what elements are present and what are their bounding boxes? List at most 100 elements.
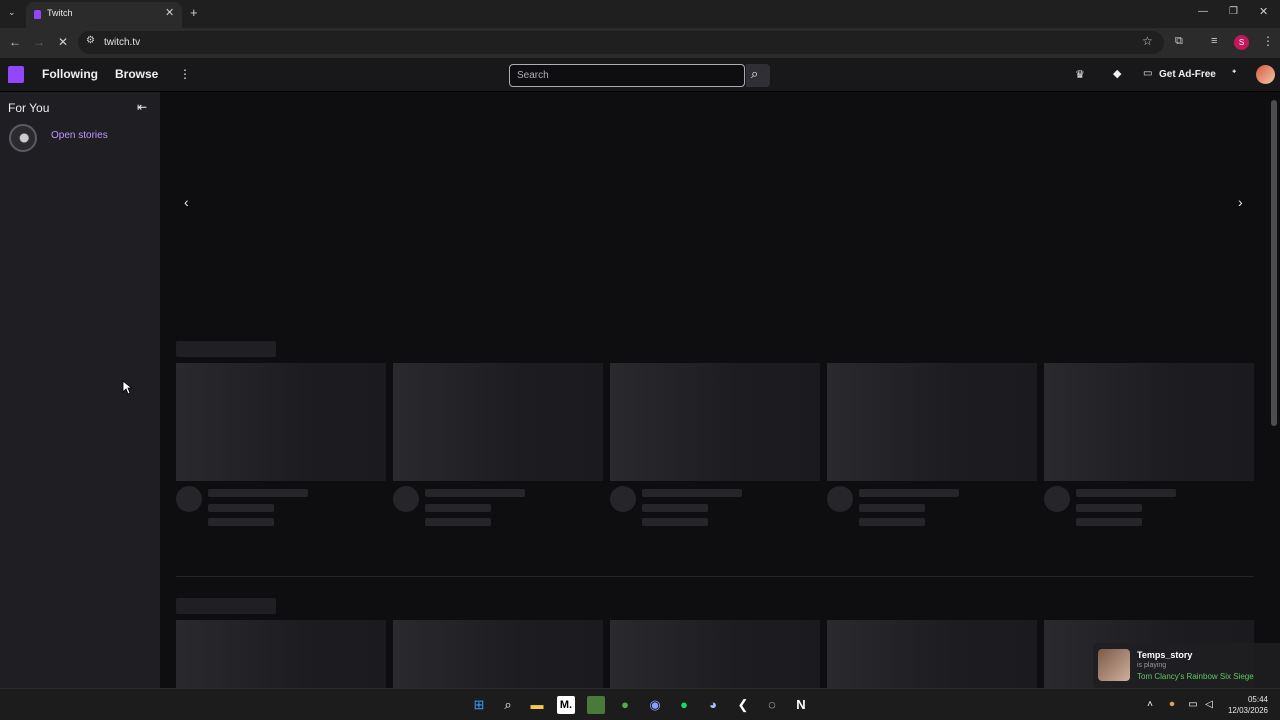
section-title-placeholder (176, 341, 276, 357)
text-line-placeholder (1076, 518, 1142, 526)
sidebar-header: For You (8, 101, 50, 115)
text-line-placeholder (642, 504, 708, 512)
text-line-placeholder (208, 504, 274, 512)
section-divider (176, 576, 1254, 577)
windows-start-icon[interactable]: ⊞ (470, 696, 488, 714)
search-taskbar-icon[interactable]: ⌕ (499, 696, 517, 714)
stories-avatar[interactable] (9, 124, 37, 152)
app-icon[interactable]: ❮ (734, 696, 752, 714)
browser-menu-icon[interactable]: ⋮ (1262, 34, 1274, 48)
twitch-favicon-icon (34, 10, 41, 19)
app-icon[interactable] (587, 696, 605, 714)
profile-avatar[interactable]: S (1234, 35, 1249, 50)
chrome-icon[interactable]: ● (616, 696, 634, 714)
get-ad-free-button[interactable]: ▭ Get Ad-Free (1140, 64, 1222, 86)
mouse-cursor-icon (122, 380, 132, 395)
stream-card-placeholder (176, 620, 386, 688)
more-options-icon[interactable]: ⋮ (179, 67, 191, 81)
stream-card-placeholder (610, 363, 820, 481)
microphone-icon[interactable]: ⏺ (1163, 696, 1181, 714)
tab-title: Twitch (47, 8, 73, 18)
bookmark-star-icon[interactable]: ☆ (1142, 34, 1153, 48)
carousel-next-icon[interactable]: › (1238, 194, 1243, 210)
spotify-icon[interactable]: ● (675, 696, 693, 714)
media-controls-icon[interactable]: ≡ (1211, 35, 1217, 47)
text-line-placeholder (859, 489, 959, 497)
notifications-icon[interactable]: ◆ (1113, 67, 1121, 80)
stream-card-placeholder (827, 363, 1037, 481)
stream-card-placeholder (1044, 363, 1254, 481)
text-line-placeholder (208, 518, 274, 526)
collapse-sidebar-icon[interactable]: ⇤ (137, 100, 147, 114)
forward-icon[interactable]: → (33, 35, 45, 49)
text-line-placeholder (425, 504, 491, 512)
text-line-placeholder (425, 518, 491, 526)
user-avatar[interactable] (1256, 65, 1275, 84)
window-close-button[interactable]: ✕ (1259, 5, 1268, 18)
text-line-placeholder (1076, 504, 1142, 512)
stream-card-placeholder (610, 620, 820, 688)
tab-search-icon[interactable]: ⌄ (8, 7, 16, 18)
address-bar[interactable]: ⚙ twitch.tv ☆ (78, 31, 1164, 54)
channel-avatar-placeholder (393, 486, 419, 512)
url-text[interactable]: twitch.tv (104, 37, 140, 48)
twitch-top-nav: Following Browse ⋮ Search ⌕ ♛ ◆ ▭ Get Ad… (0, 58, 1280, 92)
os-taskbar: ⊞ ⌕ ▬ M. ● ◉ ● ◕ ❮ ◌ N ˄ ⏺ ▭ ◁ 05:44 12/… (0, 688, 1280, 720)
stream-card-placeholder (393, 620, 603, 688)
stop-loading-icon[interactable]: ✕ (58, 35, 68, 49)
clock-time: 05:44 (1247, 695, 1268, 704)
stream-card-placeholder (827, 620, 1037, 688)
friend-game: Tom Clancy's Rainbow Six Siege (1137, 672, 1254, 681)
text-line-placeholder (1076, 489, 1176, 497)
browser-tab-bar: ⌄ Twitch ✕ + — ❐ ✕ (0, 0, 1280, 28)
minimize-button[interactable]: — (1198, 6, 1208, 17)
friend-name: Temps_story (1137, 650, 1193, 660)
friend-status: is playing (1137, 662, 1167, 669)
new-tab-button[interactable]: + (190, 5, 198, 20)
clock-date: 12/03/2026 (1227, 706, 1268, 715)
extensions-icon[interactable]: ⧉ (1175, 35, 1183, 48)
steam-icon[interactable]: ◕ (704, 696, 722, 714)
file-explorer-icon[interactable]: ▬ (528, 696, 546, 714)
bits-icon[interactable]: ᐩ (1232, 67, 1236, 80)
page-scrollbar[interactable] (1271, 100, 1277, 426)
search-button[interactable]: ⌕ (746, 64, 770, 87)
text-line-placeholder (642, 489, 742, 497)
nav-browse[interactable]: Browse (115, 67, 158, 81)
medium-app-icon[interactable]: M. (557, 696, 575, 714)
text-line-placeholder (642, 518, 708, 526)
prime-crown-icon[interactable]: ♛ (1075, 68, 1085, 81)
text-line-placeholder (208, 489, 308, 497)
browser-toolbar: ← → ✕ ⚙ twitch.tv ☆ ⧉ ≡ S ⋮ (0, 28, 1280, 58)
stream-card-placeholder (176, 363, 386, 481)
activity-toast[interactable]: Temps_story is playing Tom Clancy's Rain… (1093, 643, 1280, 688)
notion-icon[interactable]: N (792, 696, 810, 714)
back-icon[interactable]: ← (9, 35, 21, 49)
search-icon: ⌕ (751, 66, 759, 81)
tab-close-icon[interactable]: ✕ (165, 6, 174, 19)
text-line-placeholder (859, 504, 925, 512)
app-icon[interactable]: ◌ (763, 696, 781, 714)
channel-avatar-placeholder (610, 486, 636, 512)
search-input[interactable]: Search (509, 64, 745, 87)
section-title-placeholder (176, 598, 276, 614)
browser-tab[interactable]: Twitch ✕ (26, 2, 182, 28)
friend-avatar (1098, 649, 1130, 681)
tray-overflow-icon[interactable]: ˄ (1141, 696, 1159, 714)
system-clock[interactable]: 05:44 12/03/2026 (1222, 694, 1268, 716)
nav-following[interactable]: Following (42, 67, 98, 81)
channel-avatar-placeholder (176, 486, 202, 512)
maximize-button[interactable]: ❐ (1229, 6, 1238, 17)
ad-free-icon: ▭ (1143, 68, 1153, 79)
carousel-prev-icon[interactable]: ‹ (184, 194, 189, 210)
stream-card-placeholder (393, 363, 603, 481)
open-stories-link[interactable]: Open stories (51, 130, 108, 141)
channel-avatar-placeholder (1044, 486, 1070, 512)
twitch-logo-icon[interactable] (8, 66, 24, 83)
text-line-placeholder (425, 489, 525, 497)
main-content: ‹ › (160, 92, 1270, 688)
volume-icon[interactable]: ◁ (1200, 696, 1218, 714)
discord-icon[interactable]: ◉ (646, 696, 664, 714)
site-info-icon[interactable]: ⚙ (86, 35, 95, 46)
get-ad-free-label: Get Ad-Free (1159, 69, 1216, 80)
